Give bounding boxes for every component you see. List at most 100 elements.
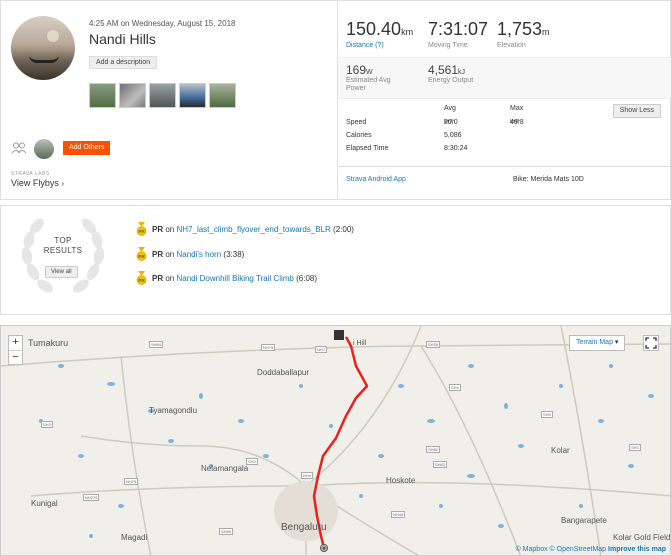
- energy-stat: 4,561kJ Energy Output: [428, 63, 473, 85]
- fullscreen-button[interactable]: [643, 335, 659, 351]
- elevation-value: 1,753: [497, 19, 543, 39]
- activity-summary: 4:25 AM on Wednesday, August 15, 2018 Na…: [0, 0, 671, 200]
- detail-row-speed: Speed 20.0 km/h 49.3 km/h: [346, 119, 576, 131]
- add-others-button[interactable]: Add Others: [63, 141, 111, 155]
- svg-text:PR: PR: [138, 278, 145, 283]
- improve-map-link[interactable]: Improve this map: [608, 546, 666, 553]
- route-map[interactable]: + − Terrain Map ▾ Tumakuru Doddaballapur…: [0, 325, 671, 556]
- distance-stat: 150.40km Distance (?): [346, 19, 413, 49]
- detail-name: Speed: [346, 119, 367, 126]
- detail-avg: 8:30:24: [444, 145, 468, 152]
- avatar-rider: [29, 49, 59, 63]
- view-all-button[interactable]: View all: [45, 266, 78, 278]
- place-nandi-hill: i Hill: [353, 340, 367, 347]
- road-tag: NH7: [315, 346, 328, 353]
- osm-attribution-link[interactable]: © OpenStreetMap: [550, 546, 607, 553]
- activity-datetime: 4:25 AM on Wednesday, August 15, 2018: [89, 19, 236, 28]
- place-tyamagondlu: Tyamagondlu: [149, 406, 198, 415]
- power-stat: 169W Estimated Avg Power: [346, 63, 406, 93]
- speed-avg-unit: km/h: [444, 119, 455, 125]
- road-tag: SH4: [449, 384, 461, 391]
- photo-thumbnail[interactable]: [89, 83, 116, 108]
- pr-time: (6:08): [296, 273, 318, 283]
- elevation-stat: 1,753m Elevation: [497, 19, 550, 49]
- show-less-button[interactable]: Show Less: [612, 104, 661, 118]
- elevation-unit: m: [542, 27, 550, 37]
- road-tag: SH82: [433, 461, 448, 468]
- road-tag: SH5: [541, 411, 553, 418]
- road-tag: NH4: [301, 472, 314, 479]
- pr-on: on: [165, 249, 175, 259]
- place-kolar: Kolar: [551, 446, 570, 455]
- pr-time: (2:00): [333, 224, 354, 234]
- pr-label: PR: [152, 273, 164, 283]
- road-tag: SH3: [246, 458, 258, 465]
- top-results-title: TOP RESULTS: [15, 236, 111, 256]
- detail-name: Calories: [346, 132, 372, 139]
- road-tag: NH75: [261, 344, 276, 351]
- device-link[interactable]: Strava Android App: [346, 176, 406, 183]
- place-doddaballapur: Doddaballapur: [257, 368, 310, 377]
- place-hoskote: Hoskote: [386, 476, 416, 485]
- view-flybys-link[interactable]: View Flybys ›: [11, 178, 64, 188]
- terrain-map-label: Terrain Map: [576, 339, 613, 346]
- road-tag: SH86: [219, 528, 234, 535]
- road-tag: NH275: [83, 494, 100, 501]
- avatar-sun: [47, 30, 59, 42]
- secondary-stats: 169W Estimated Avg Power 4,561kJ Energy …: [338, 57, 671, 99]
- zoom-out-button[interactable]: −: [9, 350, 22, 364]
- segment-link[interactable]: Nandi Downhill Biking Trail Climb: [177, 274, 294, 283]
- place-nelamangala: Nelamangala: [201, 464, 249, 473]
- laurel-wreath-icon: [21, 218, 105, 293]
- place-kunigal: Kunigal: [31, 499, 58, 508]
- detail-row-calories: Calories 5,086: [346, 132, 576, 144]
- road-tag: SH35: [426, 341, 441, 348]
- energy-label: Energy Output: [428, 77, 474, 84]
- pr-item: PR PR on Nandi's horn (3:38): [136, 247, 244, 261]
- energy-value: 4,561: [428, 63, 459, 77]
- photo-thumbnail[interactable]: [119, 83, 146, 108]
- moving-time-stat: 7:31:07 Moving Time: [428, 19, 488, 49]
- pr-label: PR: [152, 224, 164, 234]
- moving-time-value: 7:31:07: [428, 19, 489, 39]
- svg-text:PR: PR: [138, 254, 145, 259]
- detail-name: Elapsed Time: [346, 145, 389, 152]
- power-value: 169: [346, 63, 367, 77]
- add-description-button[interactable]: Add a description: [89, 56, 158, 69]
- photo-thumbnail[interactable]: [179, 83, 206, 108]
- athlete-avatar[interactable]: [11, 16, 75, 80]
- zoom-in-button[interactable]: +: [9, 336, 22, 350]
- place-bangarapete: Bangarapete: [561, 516, 607, 525]
- road-tag: SH3: [41, 421, 53, 428]
- energy-unit: kJ: [458, 69, 466, 76]
- road-tag: NH75: [124, 478, 139, 485]
- pr-medal-icon: PR: [136, 247, 147, 261]
- elevation-label: Elevation: [497, 42, 526, 49]
- bike-label: Bike: Merida Mats 10D: [513, 176, 584, 183]
- distance-label[interactable]: Distance (?): [346, 42, 413, 49]
- caret-down-icon: ▾: [614, 339, 619, 346]
- pr-label: PR: [152, 249, 164, 259]
- activity-title[interactable]: Nandi Hills: [89, 31, 156, 47]
- pr-item: PR PR on Nandi Downhill Biking Trail Cli…: [136, 271, 317, 285]
- photo-strip: [89, 83, 236, 108]
- group-member-avatar[interactable]: [34, 139, 54, 159]
- divider: [338, 166, 671, 167]
- place-kgf: Kolar Gold Fields: [613, 533, 671, 542]
- road-tag: NH48: [391, 511, 406, 518]
- distance-unit: km: [401, 27, 414, 37]
- photo-thumbnail[interactable]: [209, 83, 236, 108]
- strava-labs-label: STRAVA LABS: [11, 171, 50, 177]
- pr-medal-icon: PR: [136, 222, 147, 236]
- segment-link[interactable]: Nandi's horn: [177, 250, 222, 259]
- photo-thumbnail[interactable]: [149, 83, 176, 108]
- pr-time: (3:38): [223, 249, 245, 259]
- place-tumakuru: Tumakuru: [28, 338, 69, 348]
- mapbox-attribution-link[interactable]: © Mapbox: [516, 546, 548, 553]
- segment-link[interactable]: NH7_last_climb_flyover_end_towards_BLR: [177, 225, 331, 234]
- terrain-map-dropdown[interactable]: Terrain Map ▾: [569, 335, 626, 351]
- detail-avg: 5,086: [444, 132, 462, 139]
- pr-on: on: [165, 224, 175, 234]
- chevron-right-icon: ›: [61, 179, 65, 188]
- place-bengaluru: Bengaluru: [281, 522, 327, 533]
